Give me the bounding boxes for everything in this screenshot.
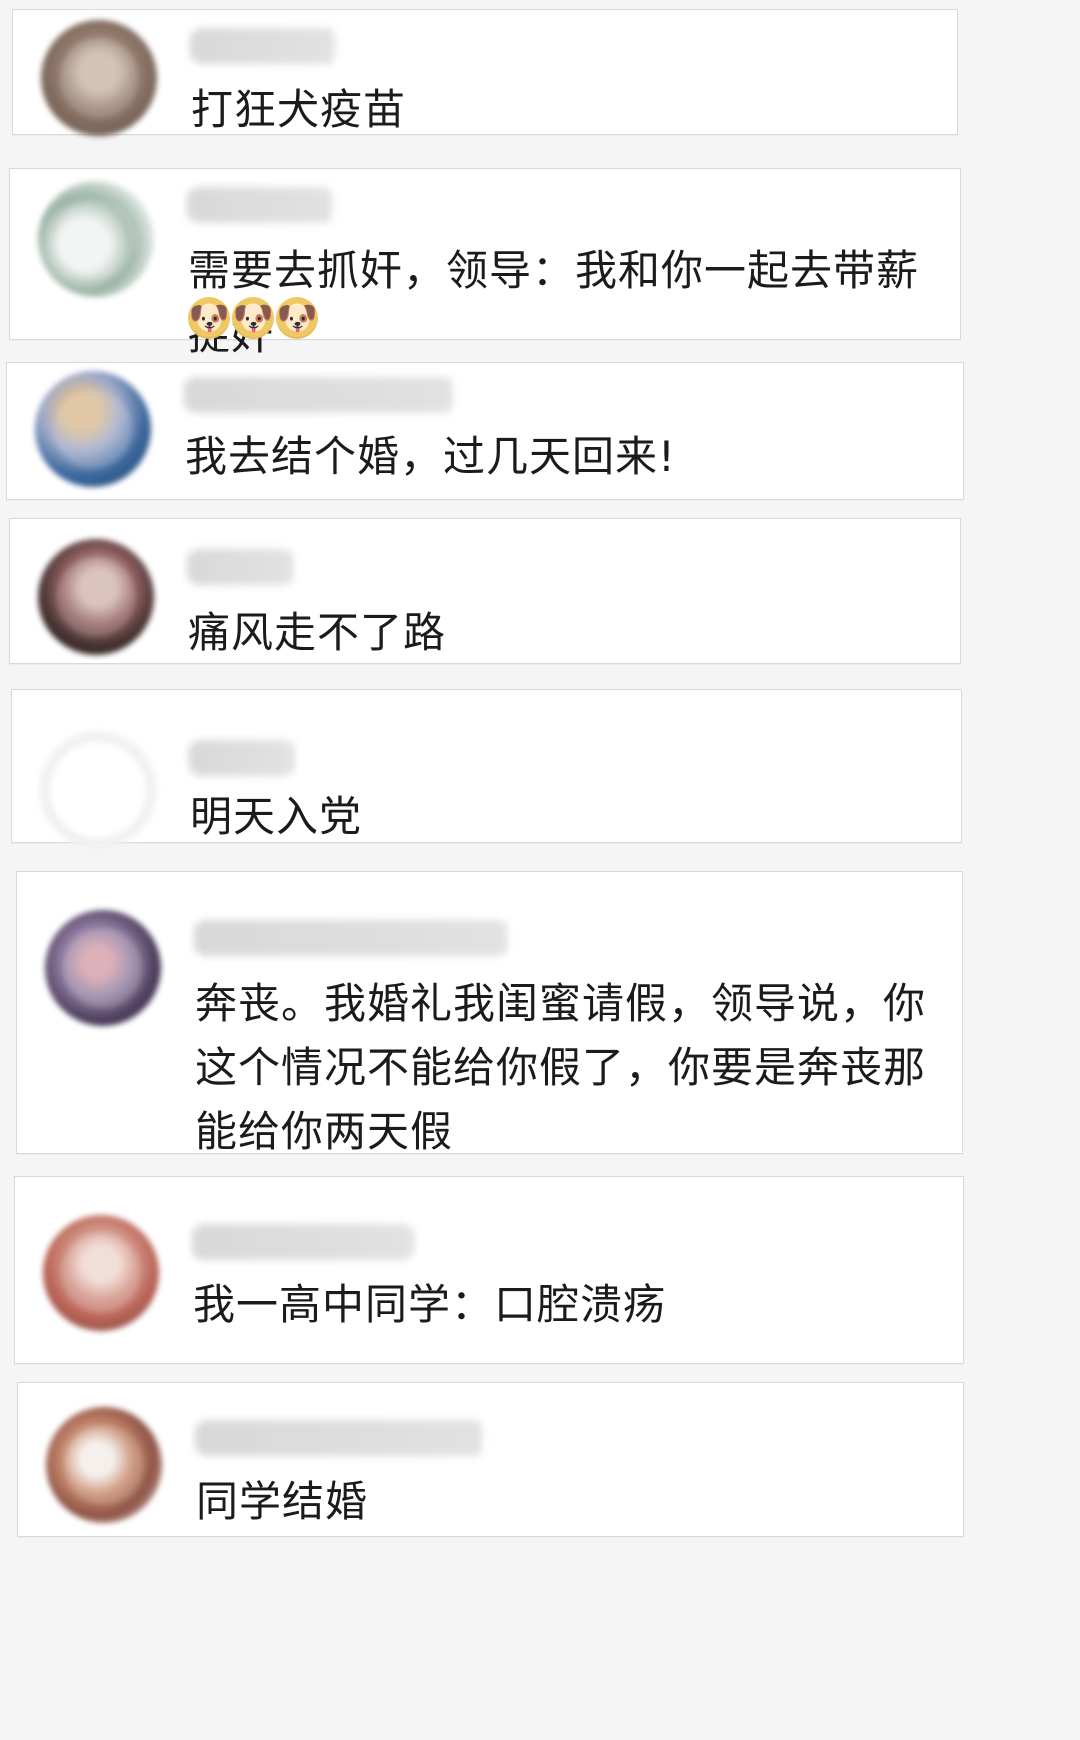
comment-card-6: 奔丧。我婚礼我闺蜜请假，领导说，你这个情况不能给你假了，你要是奔丧那能给你两天假 [16,871,963,1156]
avatar[interactable] [46,1407,162,1523]
comment-card-2: 需要去抓奸，领导：我和你一起去带薪捉奸 🐶 🐶 🐶 [9,168,961,359]
comment-card-3: 我去结个婚，过几天回来! [6,362,964,500]
blurred-username[interactable] [193,1224,413,1260]
avatar[interactable] [41,20,157,136]
comment-text: 我去结个婚，过几天回来! [185,432,676,481]
dog-face-icon: 🐶 [232,297,274,339]
blurred-username[interactable] [188,187,333,223]
comment-card-1: 打狂犬疫苗 [12,9,958,136]
blurred-username[interactable] [196,1420,483,1456]
blurred-username[interactable] [191,28,336,64]
avatar[interactable] [43,1215,159,1331]
dog-face-icon: 🐶 [188,297,230,339]
avatar[interactable] [35,371,151,487]
comment-card-5: 明天入党 [11,689,962,848]
dog-face-icon: 🐶 [276,297,318,339]
emoji-row: 🐶 🐶 🐶 [188,297,318,339]
avatar[interactable] [38,181,154,297]
blurred-username[interactable] [190,740,294,776]
avatar[interactable] [38,539,154,655]
blurred-username[interactable] [188,549,293,585]
comment-text: 奔丧。我婚礼我闺蜜请假，领导说，你这个情况不能给你假了，你要是奔丧那能给你两天假 [195,979,927,1156]
comment-text: 同学结婚 [196,1477,369,1526]
blurred-username[interactable] [195,920,507,956]
avatar[interactable] [40,732,156,848]
comment-text: 我一高中同学：口腔溃疡 [193,1280,667,1329]
comment-card-7: 我一高中同学：口腔溃疡 [14,1176,964,1364]
comment-text: 明天入党 [190,792,363,841]
comment-card-4: 痛风走不了路 [9,518,961,664]
avatar[interactable] [45,910,161,1026]
blurred-username[interactable] [185,377,453,413]
comment-card-8: 同学结婚 [17,1382,964,1537]
comment-text: 打狂犬疫苗 [191,85,407,134]
comment-text: 痛风走不了路 [188,608,447,657]
